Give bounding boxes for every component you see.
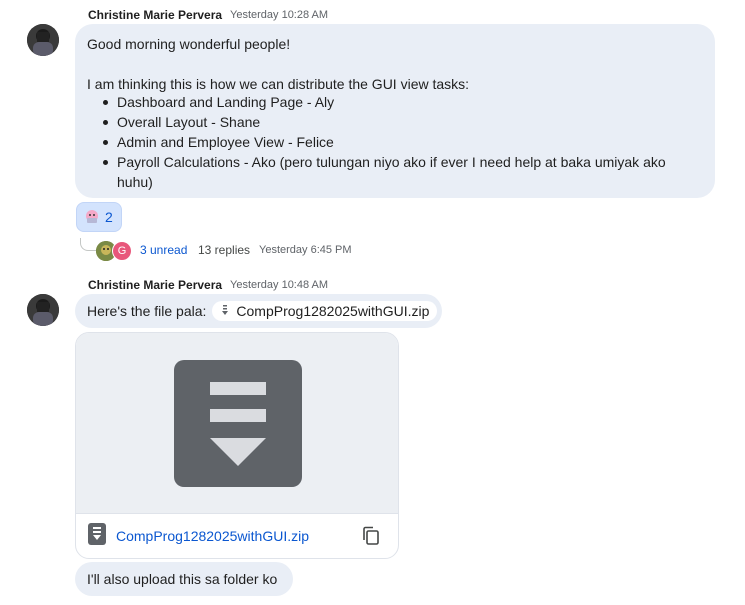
list-item: Overall Layout - Shane [103,112,727,132]
file-preview[interactable] [76,333,398,513]
list-item: Payroll Calculations - Ako (pero tulunga… [103,152,727,172]
attachment-file-name[interactable]: CompProg1282025withGUI.zip [116,528,352,544]
message-bubble: Good morning wonderful people! I am thin… [75,24,715,198]
file-attachment-card[interactable]: CompProg1282025withGUI.zip [75,332,399,559]
zip-file-icon [88,522,106,550]
file-chip[interactable]: CompProg1282025withGUI.zip [212,301,438,321]
message-bubble: I'll also upload this sa folder ko [75,562,293,596]
thread-unread-link[interactable]: 3 unread [140,243,187,257]
message-greeting: Good morning wonderful people! [87,36,291,52]
list-item: Dashboard and Landing Page - Aly [103,92,727,112]
list-item: Admin and Employee View - Felice [103,132,727,152]
zip-file-icon [220,303,230,319]
message-bubble: Here's the file pala: CompProg1282025wit… [75,294,442,328]
message-timestamp: Yesterday 10:28 AM [230,9,329,21]
task-list: Dashboard and Landing Page - Aly Overall… [87,92,727,172]
sender-name[interactable]: Christine Marie Pervera [88,8,222,22]
pink-creature-emoji-icon [83,206,101,229]
list-item-continuation: huhu) [117,174,153,190]
message-timestamp: Yesterday 10:48 AM [230,279,329,291]
thread-replies[interactable]: 13 replies [198,243,250,257]
message-text: Here's the file pala: [87,303,207,319]
file-chip-name: CompProg1282025withGUI.zip [236,303,430,319]
file-card-footer: CompProg1282025withGUI.zip [76,513,398,558]
message-text: I'll also upload this sa folder ko [87,571,278,587]
avatar[interactable] [27,294,59,326]
thread-avatar-letter: G [112,241,132,261]
reaction-chip[interactable]: 2 [76,202,122,232]
avatar[interactable] [27,24,59,56]
thread-last-reply-time: Yesterday 6:45 PM [259,244,352,256]
thread-connector [80,238,97,251]
message-intro: I am thinking this is how we can distrib… [87,76,470,92]
reaction-count: 2 [105,209,113,225]
copy-icon[interactable] [362,526,380,546]
zip-preview-icon [174,360,302,487]
sender-name[interactable]: Christine Marie Pervera [88,278,222,292]
